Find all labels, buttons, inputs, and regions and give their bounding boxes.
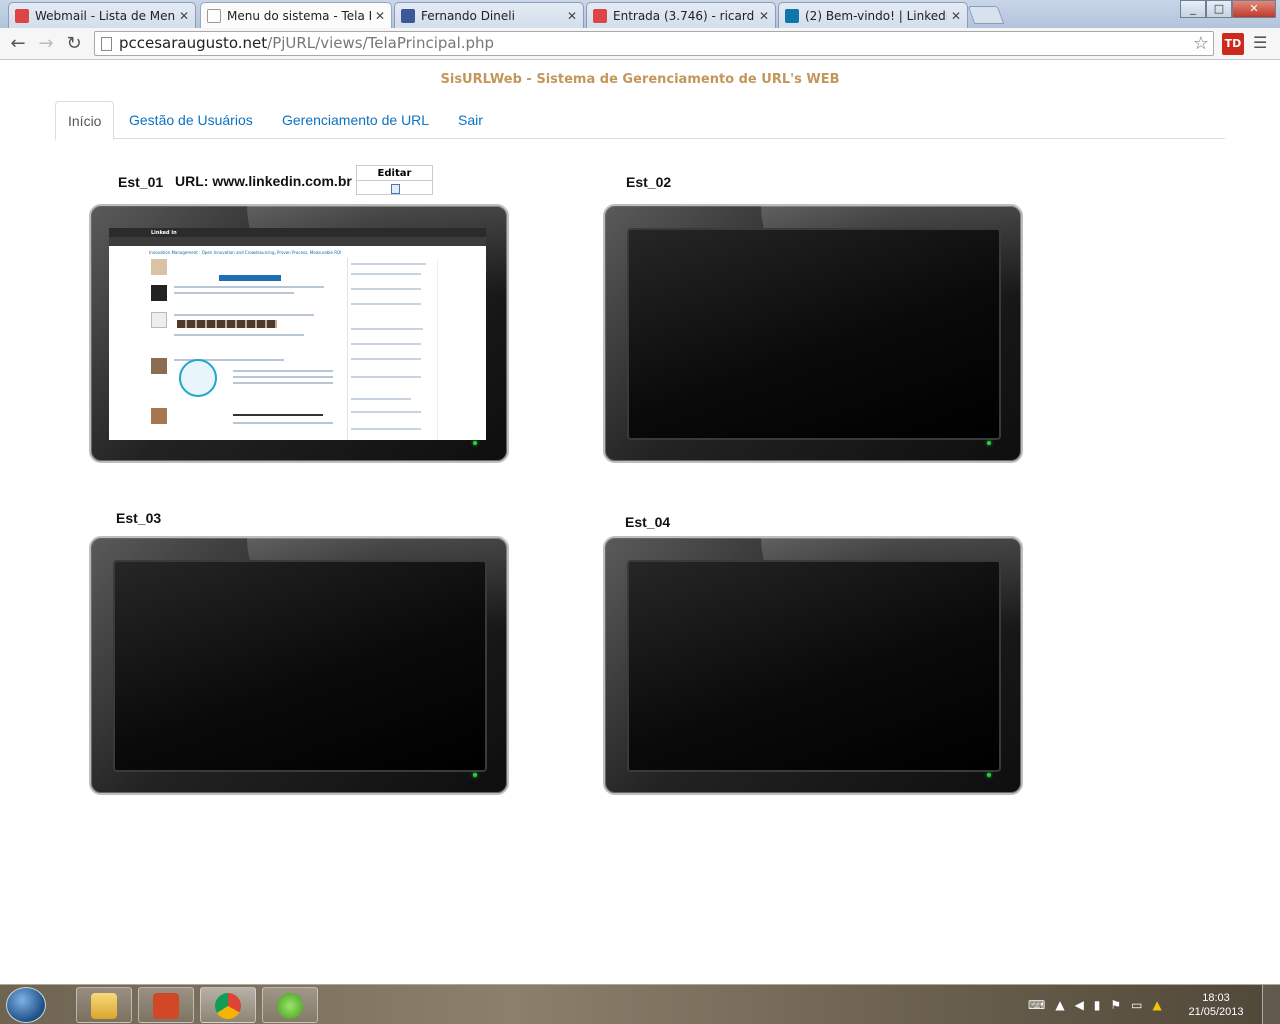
browser-tab-gmail[interactable]: Entrada (3.746) - ricardoca ✕ xyxy=(586,2,776,28)
forward-arrow-icon[interactable]: → xyxy=(34,32,58,56)
monitor-icon[interactable]: ▭ xyxy=(1131,998,1142,1012)
tab-close-icon[interactable]: ✕ xyxy=(375,9,385,23)
clover-icon xyxy=(277,993,303,1019)
folder-icon xyxy=(91,993,117,1019)
menu-wrench-icon[interactable]: ☰ xyxy=(1253,33,1271,53)
tab-close-icon[interactable]: ✕ xyxy=(951,9,961,23)
linkedin-icon xyxy=(785,8,799,23)
station-tablet-04[interactable] xyxy=(603,536,1023,795)
url-host: pccesaraugusto.net xyxy=(119,34,268,52)
taskbar-explorer[interactable] xyxy=(76,987,132,1023)
taskbar-presentation[interactable] xyxy=(138,987,194,1023)
edit-document-icon[interactable] xyxy=(391,184,400,194)
clock-date: 21/05/2013 xyxy=(1188,1006,1244,1018)
station-tablet-03[interactable] xyxy=(89,536,509,795)
extension-icon[interactable]: TD xyxy=(1222,33,1244,55)
browser-tabstrip: Webmail - Lista de Mensa ✕ Menu do siste… xyxy=(0,0,1280,29)
power-led xyxy=(987,773,991,777)
edit-panel: Editar xyxy=(356,165,433,195)
tab-close-icon[interactable]: ✕ xyxy=(179,9,189,23)
minimize-icon[interactable]: _ xyxy=(1180,0,1206,18)
edit-header: Editar xyxy=(357,166,432,181)
site-title: SisURLWeb - Sistema de Gerenciamento de … xyxy=(440,72,840,87)
browser-tab-linkedin[interactable]: (2) Bem-vindo! | LinkedIn ✕ xyxy=(778,2,968,28)
chrome-icon xyxy=(215,993,241,1019)
system-tray: ⌨ ▲ ◀ ▮ ⚑ ▭ ▲ xyxy=(1028,985,1172,1024)
linkedin-logo: Linked in xyxy=(151,230,177,236)
power-led xyxy=(987,441,991,445)
clock-time: 18:03 xyxy=(1202,992,1230,1004)
preview-promo-text: Innovation Management : Open Innovation … xyxy=(149,250,342,255)
station-tablet-02[interactable] xyxy=(603,204,1023,463)
network-icon[interactable]: ▮ xyxy=(1094,998,1101,1012)
station-tablet-01[interactable]: Linked in Innovation Management : Open I… xyxy=(89,204,509,463)
station-screen xyxy=(113,560,487,772)
reload-icon[interactable]: ↻ xyxy=(62,32,86,56)
gmail-icon xyxy=(15,8,29,23)
page-icon xyxy=(207,9,221,23)
taskbar-app[interactable] xyxy=(262,987,318,1023)
browser-tab-facebook[interactable]: Fernando Dineli ✕ xyxy=(394,2,584,28)
close-window-icon[interactable]: ✕ xyxy=(1232,0,1276,18)
volume-icon[interactable]: ◀ xyxy=(1075,998,1084,1012)
page-icon xyxy=(101,37,112,51)
station-screen xyxy=(627,228,1001,440)
station-url: URL: www.linkedin.com.br xyxy=(175,173,352,189)
main-nav: Início Gestão de Usuários Gerenciamento … xyxy=(55,101,1225,140)
station-label: Est_04 xyxy=(625,514,671,530)
nav-tab-inicio[interactable]: Início xyxy=(55,101,115,140)
station-label: Est_02 xyxy=(626,174,672,190)
nav-tab-sair[interactable]: Sair xyxy=(446,101,495,139)
browser-toolbar: ← → ↻ pccesaraugusto.net/PjURL/views/Tel… xyxy=(0,28,1280,60)
drive-icon[interactable]: ▲ xyxy=(1153,998,1162,1012)
power-led xyxy=(473,773,477,777)
power-led xyxy=(473,441,477,445)
maximize-icon[interactable]: □ xyxy=(1206,0,1232,18)
show-desktop-button[interactable] xyxy=(1262,985,1280,1024)
facebook-icon xyxy=(401,8,415,23)
station-preview-screen: Linked in Innovation Management : Open I… xyxy=(109,228,486,440)
presentation-icon xyxy=(153,993,179,1019)
address-bar[interactable]: pccesaraugusto.net/PjURL/views/TelaPrinc… xyxy=(94,31,1214,56)
browser-tab-menu[interactable]: Menu do sistema - Tela Pri ✕ xyxy=(200,2,392,29)
taskbar: ⌨ ▲ ◀ ▮ ⚑ ▭ ▲ 18:03 21/05/2013 xyxy=(0,984,1280,1024)
tray-expand-icon[interactable]: ▲ xyxy=(1055,998,1064,1012)
browser-tab-webmail[interactable]: Webmail - Lista de Mensa ✕ xyxy=(8,2,196,28)
keyboard-icon[interactable]: ⌨ xyxy=(1028,998,1045,1012)
station-label: Est_01 xyxy=(118,174,164,190)
windows-start-icon[interactable] xyxy=(6,987,46,1023)
url-path: /PjURL/views/TelaPrincipal.php xyxy=(267,34,495,52)
tab-close-icon[interactable]: ✕ xyxy=(567,9,577,23)
tab-close-icon[interactable]: ✕ xyxy=(759,9,769,23)
taskbar-chrome[interactable] xyxy=(200,987,256,1023)
new-tab-button[interactable] xyxy=(967,6,1005,24)
clock[interactable]: 18:03 21/05/2013 xyxy=(1180,991,1252,1019)
gmail-icon xyxy=(593,8,607,23)
bookmark-star-icon[interactable]: ☆ xyxy=(1193,32,1209,55)
window-controls: _ □ ✕ xyxy=(1180,0,1276,20)
nav-tab-gestao-usuarios[interactable]: Gestão de Usuários xyxy=(117,101,265,139)
station-label: Est_03 xyxy=(116,510,162,526)
station-screen xyxy=(627,560,1001,772)
back-arrow-icon[interactable]: ← xyxy=(6,32,30,56)
nav-tab-gerenciamento-url[interactable]: Gerenciamento de URL xyxy=(270,101,441,139)
flag-icon[interactable]: ⚑ xyxy=(1110,998,1121,1012)
